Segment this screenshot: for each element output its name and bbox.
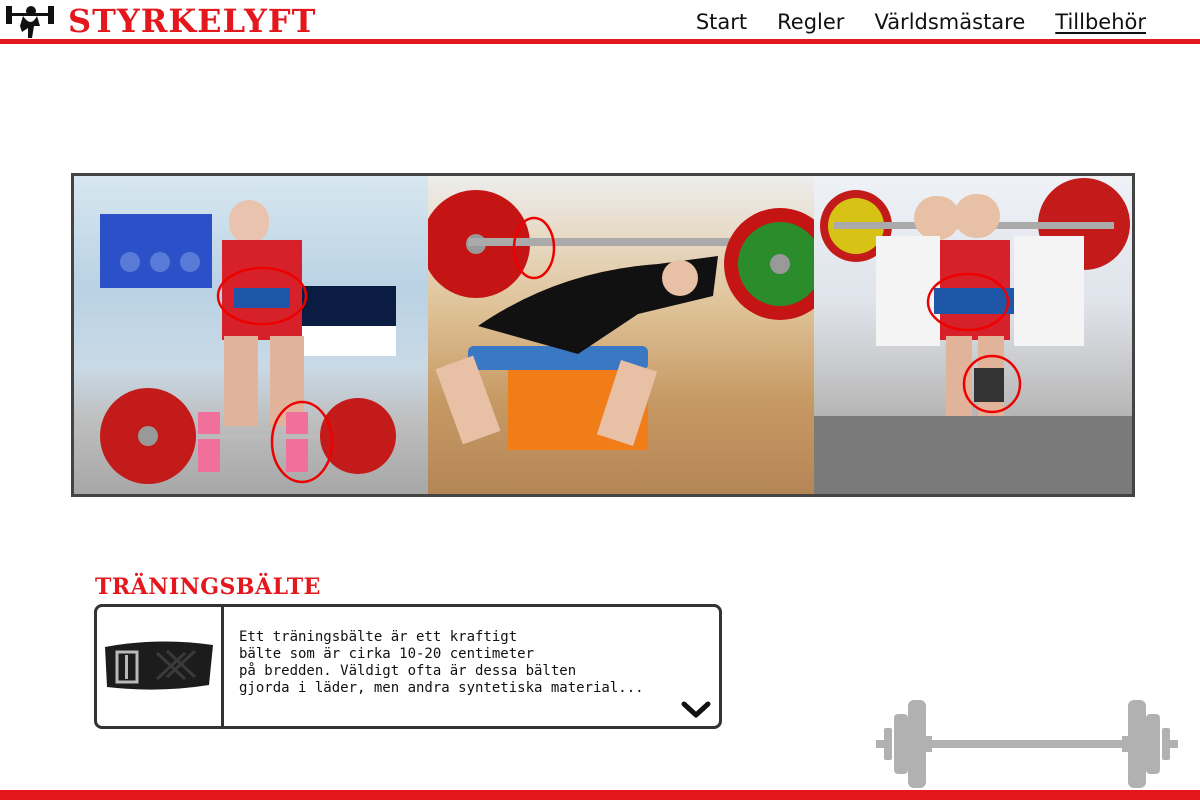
header-divider bbox=[0, 39, 1200, 44]
nav-regler[interactable]: Regler bbox=[777, 10, 844, 34]
squat-photo bbox=[814, 176, 1132, 494]
lifter-logo-icon[interactable] bbox=[4, 2, 56, 40]
section-text: Ett träningsbälte är ett kraftigt bälte … bbox=[239, 629, 644, 696]
site-header: STYRKELYFT Start Regler Världsmästare Ti… bbox=[0, 0, 1200, 40]
benchpress-photo bbox=[428, 176, 814, 494]
site-title[interactable]: STYRKELYFT bbox=[68, 2, 316, 40]
deadlift-photo bbox=[74, 176, 428, 494]
main-nav: Start Regler Världsmästare Tillbehör bbox=[696, 10, 1146, 34]
chevron-down-icon[interactable] bbox=[681, 700, 711, 720]
nav-tillbehor[interactable]: Tillbehör bbox=[1055, 10, 1146, 34]
footer-divider bbox=[0, 790, 1200, 800]
hero-gallery bbox=[71, 173, 1135, 497]
section-title: TRÄNINGSBÄLTE bbox=[95, 574, 321, 600]
nav-varldsmastare[interactable]: Världsmästare bbox=[874, 10, 1025, 34]
lifting-belt-image bbox=[97, 607, 224, 726]
barbell-icon bbox=[876, 700, 1178, 788]
accessory-card[interactable]: Ett träningsbälte är ett kraftigt bälte … bbox=[94, 604, 722, 729]
nav-start[interactable]: Start bbox=[696, 10, 747, 34]
